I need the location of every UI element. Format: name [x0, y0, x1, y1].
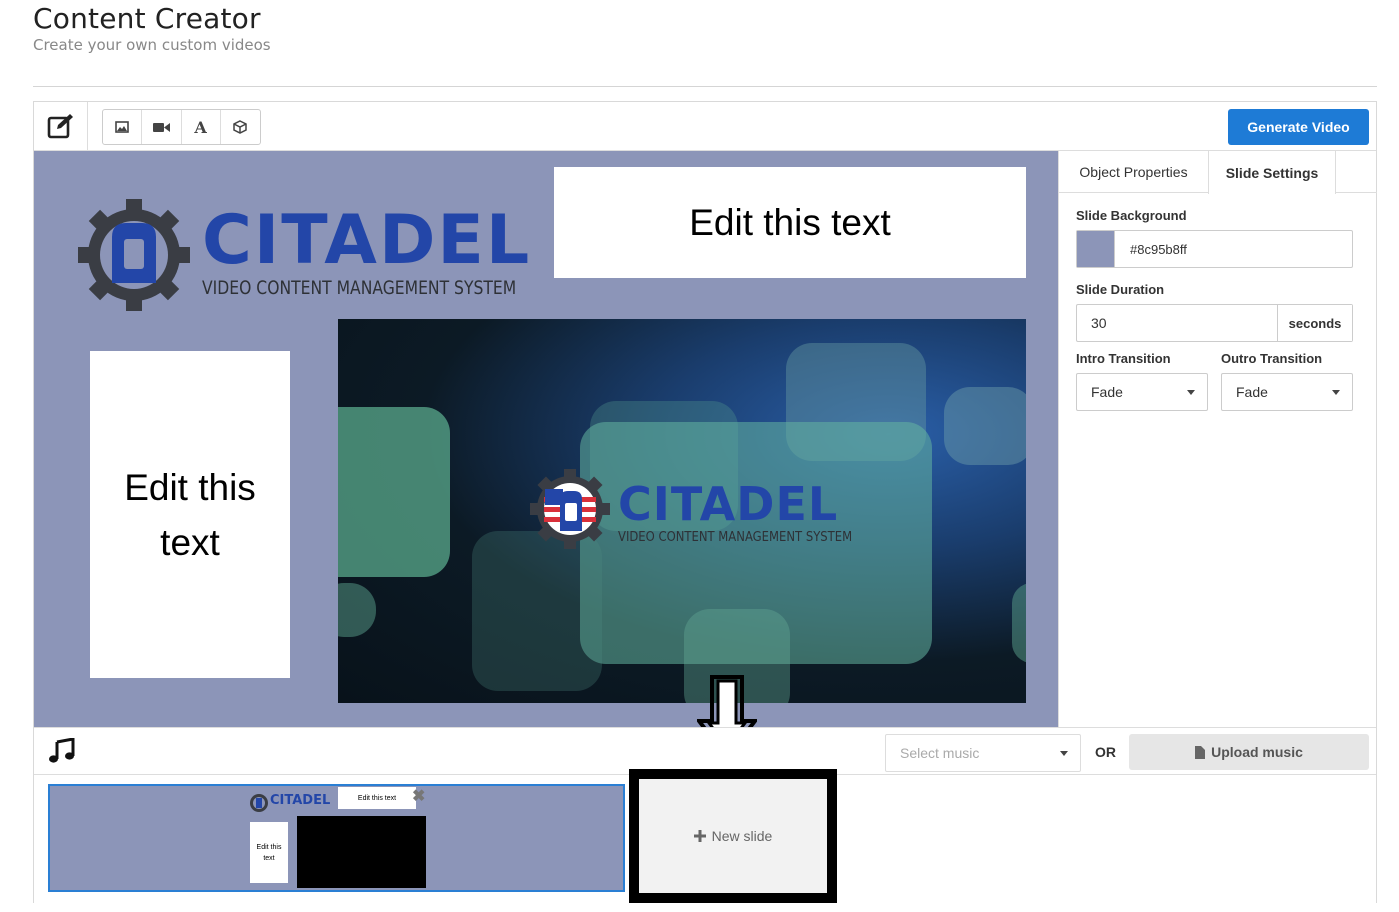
editor-toolbar: A Generate Video	[34, 102, 1376, 151]
add-text-button[interactable]: A	[182, 110, 221, 144]
video-object[interactable]: CITADEL VIDEO CONTENT MANAGEMENT SYSTEM	[338, 319, 1026, 703]
slide-background-value: #8c95b8ff	[1130, 241, 1187, 257]
chevron-down-icon	[1332, 390, 1340, 395]
chevron-down-icon	[1187, 390, 1195, 395]
bokeh-shape	[944, 387, 1026, 465]
logo-name: CITADEL	[202, 201, 532, 280]
tab-slide-settings[interactable]: Slide Settings	[1208, 151, 1336, 194]
image-icon	[115, 121, 129, 133]
or-label: OR	[1095, 744, 1116, 760]
add-shape-button[interactable]	[221, 110, 260, 144]
slide-thumbnail[interactable]: CITADEL Edit this text ✖ Edit this text	[48, 784, 625, 892]
page-title: Content Creator	[33, 2, 261, 35]
gear-icon	[78, 199, 190, 311]
properties-tabs: Object Properties Slide Settings	[1059, 151, 1377, 194]
thumb-close-icon[interactable]: ✖	[412, 788, 425, 806]
thumb-logo-name: CITADEL	[270, 793, 331, 808]
music-select[interactable]: Select music	[885, 734, 1081, 772]
text-box-left[interactable]: Edit this text	[90, 351, 290, 678]
slides-strip: CITADEL Edit this text ✖ Edit this text …	[34, 769, 1376, 903]
video-logo-name: CITADEL	[618, 477, 839, 531]
outro-transition-select[interactable]: Fade	[1221, 373, 1353, 411]
intro-transition-value: Fade	[1091, 384, 1123, 400]
music-select-placeholder: Select music	[900, 745, 980, 761]
text-box-left-line2: text	[160, 521, 220, 563]
plus-icon	[693, 830, 706, 842]
editor-panel: A Generate Video CITADEL VIDEO CONTENT M…	[33, 101, 1377, 903]
text-box-left-line1: Edit this	[124, 466, 256, 508]
citadel-logo[interactable]: CITADEL VIDEO CONTENT MANAGEMENT SYSTEM	[74, 195, 529, 315]
properties-panel: Object Properties Slide Settings Slide B…	[1058, 151, 1377, 727]
thumb-text-top[interactable]: Edit this text	[338, 787, 416, 809]
bokeh-shape	[472, 531, 602, 691]
new-slide-label: New slide	[711, 828, 773, 844]
upload-music-label: Upload music	[1211, 744, 1303, 760]
header-divider	[33, 86, 1377, 87]
thumb-video[interactable]	[297, 816, 426, 888]
slide-background-field[interactable]: #8c95b8ff	[1076, 230, 1353, 268]
edit-icon	[47, 114, 73, 139]
music-note-icon	[49, 738, 75, 763]
thumb-text-left[interactable]: Edit this text	[250, 822, 288, 883]
bokeh-shape	[1012, 583, 1026, 663]
slide-duration-field[interactable]: 30 seconds	[1076, 304, 1353, 342]
insert-tool-group: A	[102, 109, 261, 145]
page-subtitle: Create your own custom videos	[33, 36, 271, 54]
video-logo-tagline: VIDEO CONTENT MANAGEMENT SYSTEM	[618, 529, 853, 545]
thumb-text-left-line1: Edit this	[256, 843, 282, 851]
gear-flag-icon	[530, 469, 610, 549]
edit-mode-button[interactable]	[34, 102, 88, 150]
slide-duration-label: Slide Duration	[1076, 282, 1165, 297]
add-video-button[interactable]	[142, 110, 182, 144]
slide-background-label: Slide Background	[1076, 208, 1187, 223]
thumb-gear-icon	[250, 794, 268, 812]
arrow-down-annotation-icon	[697, 675, 757, 727]
intro-transition-label: Intro Transition	[1076, 351, 1171, 366]
bokeh-shape	[338, 583, 376, 637]
outro-transition-value: Fade	[1236, 384, 1268, 400]
thumb-text-left-line2: text	[263, 854, 275, 862]
slide-duration-unit: seconds	[1277, 305, 1352, 341]
generate-video-button[interactable]: Generate Video	[1228, 109, 1369, 145]
slide-canvas[interactable]: CITADEL VIDEO CONTENT MANAGEMENT SYSTEM …	[34, 151, 1058, 727]
video-camera-icon	[152, 122, 170, 132]
text-box-top[interactable]: Edit this text	[554, 167, 1026, 278]
bokeh-shape	[338, 407, 450, 577]
file-icon	[1195, 745, 1206, 759]
add-image-button[interactable]	[103, 110, 143, 144]
new-slide-button[interactable]: New slide	[629, 769, 837, 903]
color-swatch[interactable]	[1077, 231, 1115, 267]
tab-object-properties[interactable]: Object Properties	[1059, 151, 1208, 193]
logo-tagline: VIDEO CONTENT MANAGEMENT SYSTEM	[202, 277, 517, 299]
slide-duration-value: 30	[1091, 315, 1107, 331]
new-slide-inner: New slide	[639, 779, 827, 893]
cube-icon	[233, 120, 248, 134]
text-font-icon: A	[194, 117, 207, 137]
outro-transition-label: Outro Transition	[1221, 351, 1323, 366]
video-citadel-logo: CITADEL VIDEO CONTENT MANAGEMENT SYSTEM	[528, 467, 852, 551]
music-bar: Select music OR Upload music	[34, 727, 1376, 775]
intro-transition-select[interactable]: Fade	[1076, 373, 1208, 411]
chevron-down-icon	[1060, 751, 1068, 756]
upload-music-button[interactable]: Upload music	[1129, 734, 1369, 770]
